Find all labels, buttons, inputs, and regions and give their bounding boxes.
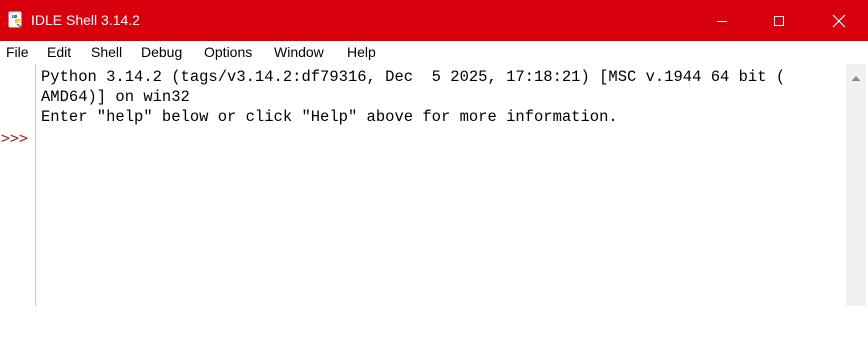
shell-output-line: Python 3.14.2 (tags/v3.14.2:df79316, Dec… [41, 68, 786, 86]
minimize-icon [716, 15, 728, 27]
close-icon [832, 14, 846, 28]
window-title: IDLE Shell 3.14.2 [31, 12, 140, 28]
close-button[interactable] [811, 0, 867, 41]
python-idle-icon[interactable] [7, 11, 25, 29]
shell-area: >>> Python 3.14.2 (tags/v3.14.2:df79316,… [0, 64, 868, 306]
menu-help[interactable]: Help [347, 44, 376, 61]
menu-window[interactable]: Window [274, 44, 324, 61]
shell-output-line: Enter "help" below or click "Help" above… [41, 108, 618, 126]
menu-options[interactable]: Options [204, 44, 252, 61]
scroll-up-arrow-icon[interactable] [850, 70, 862, 81]
menu-bar: File Edit Shell Debug Options Window Hel… [0, 41, 868, 64]
vertical-scrollbar[interactable] [846, 64, 866, 306]
menu-shell[interactable]: Shell [91, 44, 122, 61]
menu-edit[interactable]: Edit [47, 44, 71, 61]
shell-text-area[interactable]: Python 3.14.2 (tags/v3.14.2:df79316, Dec… [36, 64, 844, 306]
idle-shell-window: IDLE Shell 3.14.2 File Edit Shell Debug … [0, 0, 868, 358]
menu-debug[interactable]: Debug [141, 44, 182, 61]
minimize-button[interactable] [694, 0, 750, 41]
maximize-button[interactable] [751, 0, 807, 41]
prompt-gutter: >>> [0, 64, 35, 306]
window-bottom-area [0, 306, 868, 358]
shell-prompt: >>> [1, 129, 29, 147]
menu-file[interactable]: File [6, 44, 29, 61]
shell-output-line: AMD64)] on win32 [41, 88, 190, 106]
title-bar[interactable]: IDLE Shell 3.14.2 [0, 0, 868, 41]
maximize-icon [773, 15, 785, 27]
